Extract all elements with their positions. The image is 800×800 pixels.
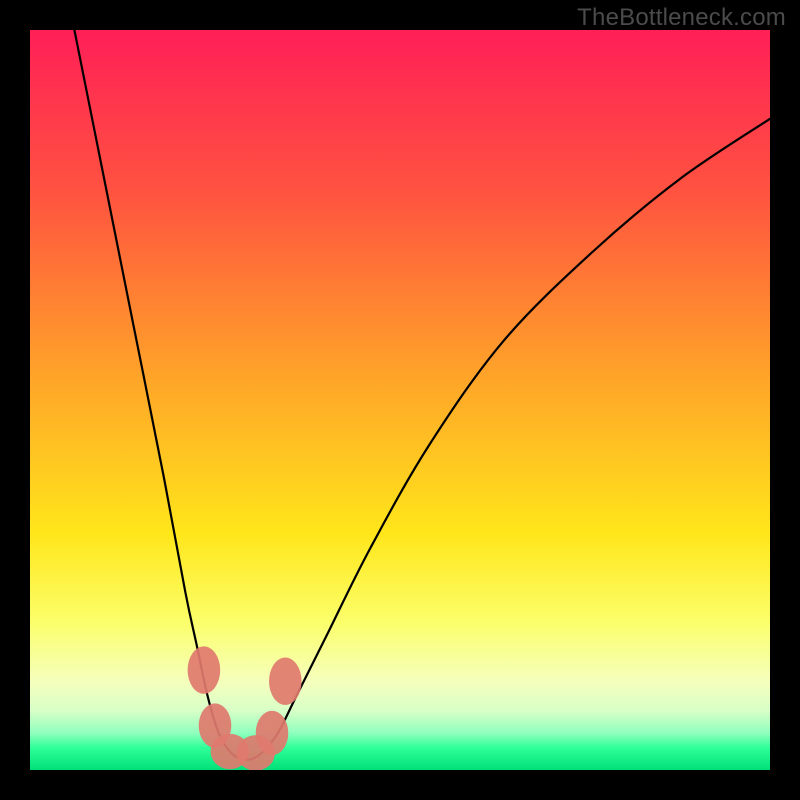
chart-background [30, 30, 770, 770]
watermark-text: TheBottleneck.com [577, 4, 786, 32]
curve-marker [269, 658, 302, 705]
plot-area [30, 30, 770, 770]
chart-frame: TheBottleneck.com [0, 0, 800, 800]
bottleneck-chart [30, 30, 770, 770]
curve-marker [188, 646, 221, 693]
curve-marker [256, 711, 289, 755]
